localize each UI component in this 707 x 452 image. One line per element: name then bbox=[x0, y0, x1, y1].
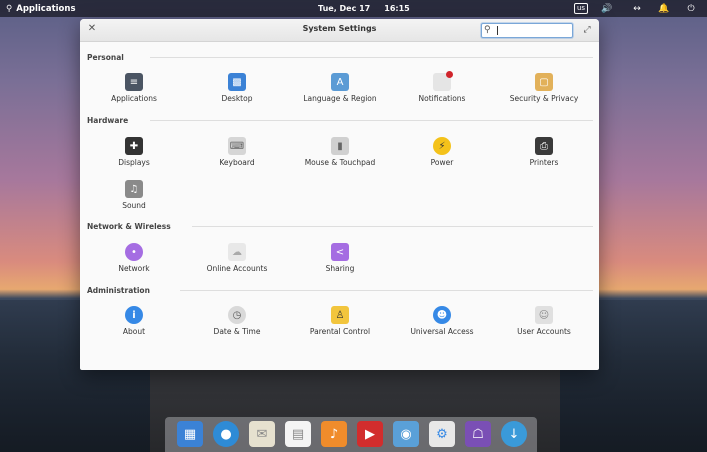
item-network[interactable]: • Network bbox=[82, 243, 186, 273]
cloud-icon: ☁ bbox=[228, 243, 246, 261]
search-box[interactable]: ⚲ bbox=[481, 23, 573, 38]
accessibility-icon: ☻ bbox=[433, 306, 451, 324]
search-icon: ⚲ bbox=[484, 25, 491, 35]
keyboard-icon: ⌨ bbox=[228, 137, 246, 155]
section-title-hardware: Hardware bbox=[87, 116, 129, 125]
item-label: Security & Privacy bbox=[509, 94, 579, 103]
item-user-accounts[interactable]: ☺ User Accounts bbox=[492, 306, 596, 336]
language-icon: A bbox=[331, 73, 349, 91]
network-icon: • bbox=[125, 243, 143, 261]
info-icon: i bbox=[125, 306, 143, 324]
titlebar: ✕ System Settings ⚲ ⤢ bbox=[80, 19, 599, 42]
search-icon: ⚲ bbox=[6, 3, 13, 14]
item-about[interactable]: i About bbox=[82, 306, 186, 336]
applications-icon: ≡ bbox=[125, 73, 143, 91]
item-label: Printers bbox=[529, 158, 559, 167]
videos-icon[interactable]: ▶ bbox=[357, 421, 383, 447]
item-keyboard[interactable]: ⌨ Keyboard bbox=[185, 137, 289, 167]
item-label: Mouse & Touchpad bbox=[304, 158, 376, 167]
item-language-region[interactable]: A Language & Region bbox=[288, 73, 392, 103]
search-input[interactable] bbox=[496, 25, 568, 35]
top-panel: ⚲ Applications Tue, Dec 17 16:15 us 🔊 ↔ … bbox=[0, 0, 707, 17]
section-title-administration: Administration bbox=[87, 286, 150, 295]
applications-label: Applications bbox=[16, 3, 76, 14]
item-applications[interactable]: ≡ Applications bbox=[82, 73, 186, 103]
item-label: Network bbox=[118, 264, 150, 273]
item-label: Parental Control bbox=[309, 327, 371, 336]
section-divider bbox=[180, 290, 593, 291]
item-sharing[interactable]: < Sharing bbox=[288, 243, 392, 273]
network-icon[interactable]: ↔ bbox=[628, 2, 646, 15]
parental-control-icon: ♙ bbox=[331, 306, 349, 324]
item-label: Desktop bbox=[221, 94, 253, 103]
multitasking-view-icon[interactable]: ▦ bbox=[177, 421, 203, 447]
item-displays[interactable]: ✚ Displays bbox=[82, 137, 186, 167]
volume-icon[interactable]: 🔊 bbox=[598, 2, 616, 15]
item-label: Power bbox=[430, 158, 454, 167]
section-title-personal: Personal bbox=[87, 53, 124, 62]
web-browser-icon[interactable]: ● bbox=[213, 421, 239, 447]
item-printers[interactable]: ⎙ Printers bbox=[492, 137, 596, 167]
dock: ▦ ● ✉ ▤ ♪ ▶ ◉ ⚙ ☖ ↓ bbox=[165, 417, 537, 452]
item-date-time[interactable]: ◷ Date & Time bbox=[185, 306, 289, 336]
keyboard-layout-icon: us bbox=[573, 3, 589, 14]
item-label: Language & Region bbox=[303, 94, 377, 103]
users-icon: ☺ bbox=[535, 306, 553, 324]
item-universal-access[interactable]: ☻ Universal Access bbox=[390, 306, 494, 336]
time-label: 16:15 bbox=[384, 4, 410, 13]
share-icon: < bbox=[331, 243, 349, 261]
item-label: Notifications bbox=[418, 94, 466, 103]
item-label: Universal Access bbox=[410, 327, 474, 336]
item-label: Sound bbox=[122, 201, 146, 210]
notifications-icon bbox=[433, 71, 453, 91]
displays-icon: ✚ bbox=[125, 137, 143, 155]
photos-icon[interactable]: ◉ bbox=[393, 421, 419, 447]
item-label: User Accounts bbox=[517, 327, 571, 336]
item-online-accounts[interactable]: ☁ Online Accounts bbox=[185, 243, 289, 273]
item-security-privacy[interactable]: ▢ Security & Privacy bbox=[492, 73, 596, 103]
lock-icon: ▢ bbox=[535, 73, 553, 91]
clock[interactable]: Tue, Dec 17 16:15 bbox=[318, 2, 410, 15]
desktop-icon: ▩ bbox=[228, 73, 246, 91]
section-title-network: Network & Wireless bbox=[87, 222, 171, 231]
printer-icon: ⎙ bbox=[535, 137, 553, 155]
system-settings-window: ✕ System Settings ⚲ ⤢ Personal ≡ Applica… bbox=[80, 19, 599, 370]
clock-icon: ◷ bbox=[228, 306, 246, 324]
item-power[interactable]: ⚡ Power bbox=[390, 137, 494, 167]
mail-icon[interactable]: ✉ bbox=[249, 421, 275, 447]
section-divider bbox=[192, 226, 593, 227]
mouse-icon: ▮ bbox=[331, 137, 349, 155]
item-label: Sharing bbox=[325, 264, 355, 273]
speaker-icon: ♫ bbox=[125, 180, 143, 198]
maximize-icon[interactable]: ⤢ bbox=[580, 23, 594, 37]
item-mouse-touchpad[interactable]: ▮ Mouse & Touchpad bbox=[288, 137, 392, 167]
item-label: About bbox=[122, 327, 146, 336]
item-label: Keyboard bbox=[219, 158, 255, 167]
app-center-icon[interactable]: ☖ bbox=[465, 421, 491, 447]
system-settings-icon[interactable]: ⚙ bbox=[429, 421, 455, 447]
item-sound[interactable]: ♫ Sound bbox=[82, 180, 186, 210]
item-label: Online Accounts bbox=[206, 264, 268, 273]
item-label: Displays bbox=[118, 158, 150, 167]
power-icon: ⚡ bbox=[433, 137, 451, 155]
item-desktop[interactable]: ▩ Desktop bbox=[185, 73, 289, 103]
applications-menu[interactable]: ⚲ Applications bbox=[6, 2, 76, 15]
date-label: Tue, Dec 17 bbox=[318, 4, 371, 13]
section-divider bbox=[150, 57, 593, 58]
item-label: Date & Time bbox=[213, 327, 261, 336]
music-icon[interactable]: ♪ bbox=[321, 421, 347, 447]
item-notifications[interactable]: Notifications bbox=[390, 71, 494, 103]
calendar-icon[interactable]: ▤ bbox=[285, 421, 311, 447]
section-divider bbox=[150, 120, 593, 121]
keyboard-layout-indicator[interactable]: us bbox=[573, 2, 589, 15]
item-label: Applications bbox=[111, 94, 157, 103]
update-icon[interactable]: ↓ bbox=[501, 421, 527, 447]
notification-bell-icon[interactable]: 🔔 bbox=[657, 2, 671, 15]
power-icon[interactable]: ⏻ bbox=[684, 2, 698, 15]
item-parental-control[interactable]: ♙ Parental Control bbox=[288, 306, 392, 336]
